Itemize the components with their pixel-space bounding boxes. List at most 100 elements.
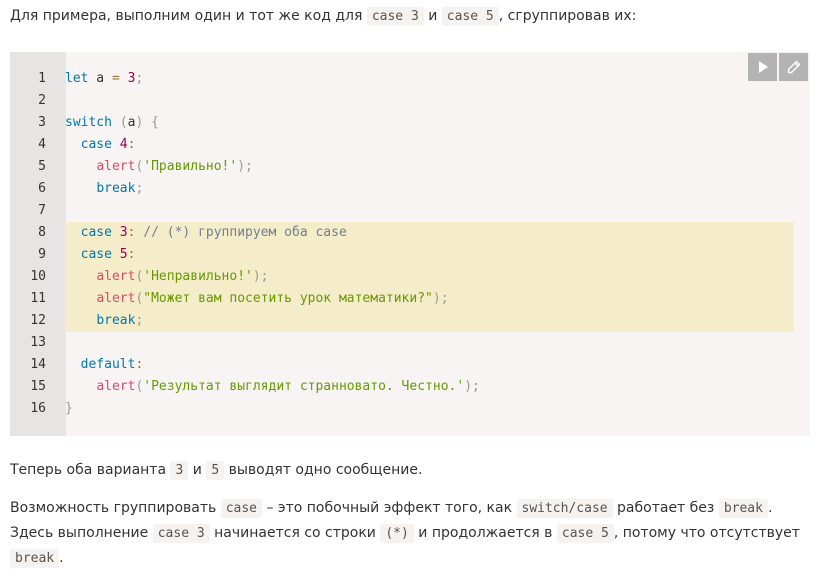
code-line-14: default:	[65, 354, 144, 376]
paragraph-text: .	[59, 550, 64, 566]
punctuation: }	[65, 401, 73, 416]
code-line-3: switch (a) {	[65, 112, 159, 134]
paragraph-text: , потому что отсутствует	[613, 525, 800, 541]
identifier: a	[88, 71, 112, 86]
run-button[interactable]	[748, 53, 777, 81]
code-line-1: let a = 3;	[65, 68, 143, 90]
result-paragraph: Теперь оба варианта 3 и 5 выводят одно с…	[10, 458, 422, 483]
keyword: switch	[65, 115, 112, 130]
intro-text-end: , сгруппировав их:	[498, 8, 637, 24]
inline-code-case-3: case 3	[366, 7, 424, 26]
paragraph-text: Теперь оба варианта	[10, 462, 171, 478]
line-number: 3	[38, 115, 46, 130]
intro-text: Для примера, выполним один и тот же код …	[10, 8, 367, 24]
operator: =	[111, 71, 120, 86]
code-line-6: break;	[65, 178, 143, 200]
paragraph-text: и продолжается в	[413, 525, 557, 541]
line-number: 2	[38, 93, 46, 108]
punctuation: );	[464, 379, 480, 394]
comment: // (*) группируем оба case	[143, 225, 347, 240]
paragraph-text: – это побочный эффект того, как	[262, 500, 517, 516]
inline-code: switch/case	[516, 499, 613, 518]
operator: :	[127, 137, 136, 152]
code-example: 1 2 3 4 5 6 7 8 9 10 11 12 13 14 15 16 l…	[10, 52, 810, 436]
number: 5	[119, 247, 128, 262]
inline-code: case 3	[152, 524, 210, 543]
line-number: 6	[38, 181, 46, 196]
operator: :	[135, 357, 144, 372]
punctuation: (	[119, 115, 128, 130]
line-number: 1	[38, 71, 46, 86]
paragraph-text: и	[188, 462, 207, 478]
code-line-8: case 3: // (*) группируем оба case	[65, 222, 347, 244]
pencil-icon	[787, 60, 800, 74]
line-number: 16	[30, 401, 46, 416]
string: "Может вам посетить урок математики?"	[143, 291, 433, 306]
code-line-5: alert('Правильно!');	[65, 156, 253, 178]
number: 4	[119, 137, 128, 152]
code-line-10: alert('Неправильно!');	[65, 266, 268, 288]
keyword: break	[96, 181, 136, 196]
inline-code: (*)	[380, 524, 414, 543]
string: 'Результат выглядит странновато. Честно.…	[143, 379, 465, 394]
keyword: case	[80, 137, 112, 152]
punctuation: {	[151, 115, 159, 130]
intro-paragraph: Для примера, выполним один и тот же код …	[10, 4, 636, 29]
keyword: break	[96, 313, 136, 328]
paragraph-text: Здесь выполнение	[10, 525, 153, 541]
punctuation: );	[237, 159, 253, 174]
line-number: 13	[30, 335, 46, 350]
inline-code: break	[718, 499, 768, 518]
function-name: alert	[96, 269, 136, 284]
line-number: 14	[30, 357, 46, 372]
inline-code: case 5	[556, 524, 614, 543]
inline-code: 5	[206, 461, 225, 480]
line-number: 11	[30, 291, 46, 306]
operator: :	[127, 247, 136, 262]
line-number: 15	[30, 379, 46, 394]
code-toolbar	[748, 53, 808, 81]
line-number: 10	[30, 269, 46, 284]
line-number: 4	[38, 137, 46, 152]
line-number: 7	[38, 203, 46, 218]
intro-and: и	[423, 8, 442, 24]
paragraph-text: начинается со строки	[209, 525, 381, 541]
code-line-11: alert("Может вам посетить урок математик…	[65, 288, 448, 310]
string: 'Неправильно!'	[143, 269, 253, 284]
inline-code-case-5: case 5	[441, 7, 499, 26]
string: 'Правильно!'	[143, 159, 238, 174]
inline-code: break	[10, 549, 60, 568]
number: 3	[119, 225, 128, 240]
punctuation: ;	[135, 313, 144, 328]
play-icon	[758, 61, 768, 73]
punctuation: ;	[135, 181, 144, 196]
function-name: alert	[96, 291, 136, 306]
line-number: 9	[38, 247, 46, 262]
code-line-4: case 4:	[65, 134, 136, 156]
paragraph-text: выводят одно сообщение.	[224, 462, 423, 478]
keyword: case	[80, 225, 112, 240]
line-number: 12	[30, 313, 46, 328]
keyword: default	[80, 357, 136, 372]
keyword: case	[80, 247, 112, 262]
inline-code: 3	[170, 461, 189, 480]
edit-button[interactable]	[779, 53, 808, 81]
code-line-9: case 5:	[65, 244, 136, 266]
keyword: let	[65, 71, 89, 86]
code-line-12: break;	[65, 310, 143, 332]
paragraph-text: Возможность группировать	[10, 500, 221, 516]
